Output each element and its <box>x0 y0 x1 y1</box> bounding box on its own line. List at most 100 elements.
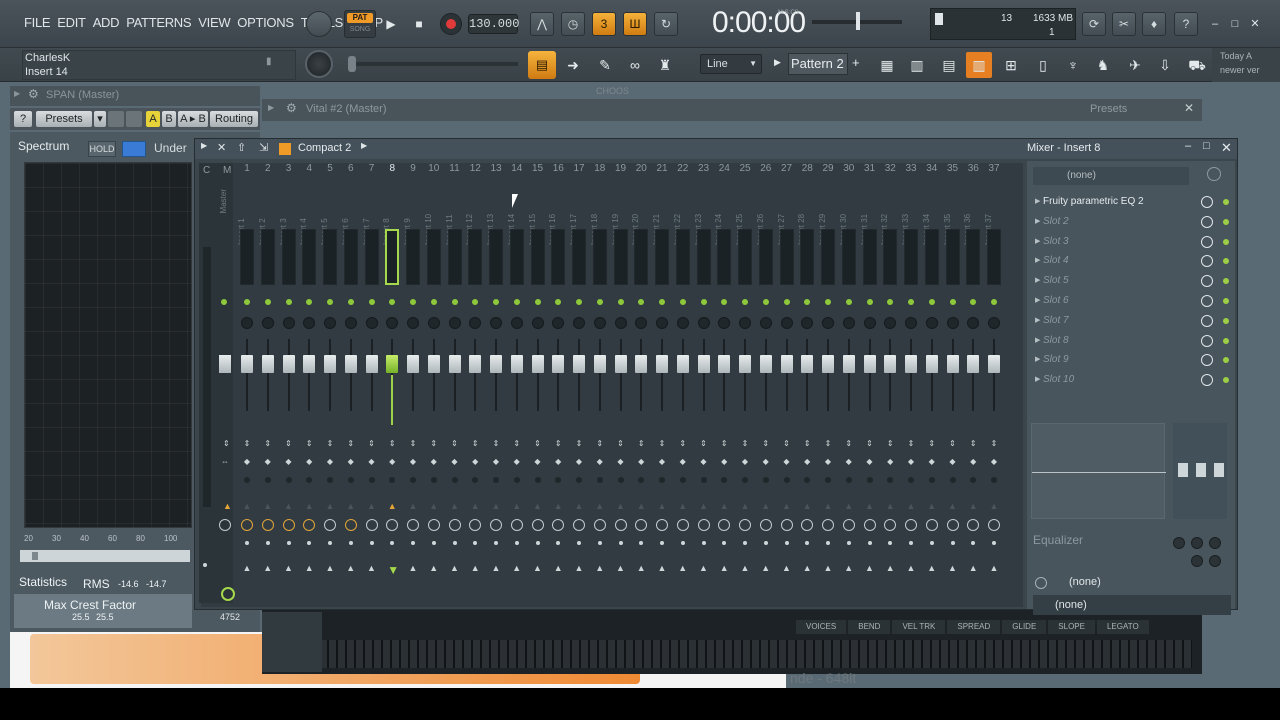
track-dot[interactable] <box>513 477 520 483</box>
span-help-button[interactable]: ? <box>14 111 32 127</box>
slider-handle[interactable] <box>348 56 356 72</box>
menu-edit[interactable]: EDIT <box>57 15 86 30</box>
track-pan-knob[interactable] <box>469 317 482 329</box>
track-volume-fader[interactable] <box>988 355 1000 373</box>
track-send-knob[interactable] <box>884 519 897 531</box>
track-dot[interactable] <box>783 477 790 483</box>
wait-for-input-icon[interactable]: ◷ <box>561 12 585 36</box>
arrow-right-icon[interactable]: ➜ <box>560 52 586 78</box>
route-arrow-icon[interactable]: ▲ <box>906 563 916 573</box>
track-lock-icon[interactable]: ▲ <box>885 501 895 513</box>
track-dot[interactable] <box>950 541 955 545</box>
track-number[interactable]: 7 <box>362 163 382 174</box>
track-lock-icon[interactable]: ▲ <box>595 501 605 513</box>
track-dot[interactable] <box>887 477 894 483</box>
swap-icon[interactable]: ⇕ <box>886 439 894 449</box>
close-icon[interactable]: ✕ <box>1184 101 1194 115</box>
track-enable-led[interactable] <box>285 299 292 305</box>
track-dot[interactable] <box>928 477 935 483</box>
track-send-knob[interactable] <box>593 519 606 531</box>
route-arrow-icon[interactable]: ▲ <box>346 563 356 573</box>
effect-slot[interactable]: ▶ Slot 9 <box>1033 351 1231 369</box>
wizard-icon[interactable]: ♞ <box>1090 52 1116 78</box>
track-lock-icon[interactable]: ▲ <box>263 501 273 513</box>
vital-tab[interactable]: SPREAD <box>947 620 1001 634</box>
track-peak-meter[interactable] <box>343 229 358 285</box>
track-number[interactable]: 21 <box>652 163 672 174</box>
menu-view[interactable]: VIEW <box>198 15 230 30</box>
swap-icon[interactable]: ⇕ <box>430 439 438 449</box>
track-lock-icon[interactable]: ▲ <box>699 501 709 513</box>
route-arrow-icon[interactable]: ▲ <box>968 563 978 573</box>
track-number[interactable]: 3 <box>279 163 299 174</box>
track-send-knob[interactable] <box>427 519 440 531</box>
track-pan-knob[interactable] <box>739 317 751 329</box>
track-peak-meter[interactable] <box>821 229 835 285</box>
track-dot[interactable] <box>327 477 333 483</box>
track-dot[interactable] <box>701 541 706 545</box>
track-peak-meter[interactable] <box>447 229 462 285</box>
track-send-knob[interactable] <box>739 519 751 531</box>
track-peak-meter[interactable] <box>717 229 732 285</box>
stereo-icon[interactable]: ◆ <box>511 457 523 467</box>
track-dot[interactable] <box>472 477 479 483</box>
swap-icon[interactable]: ⇕ <box>907 439 915 449</box>
track-peak-meter[interactable] <box>675 229 690 285</box>
browser-icon[interactable]: ⊞ <box>998 52 1024 78</box>
track-enable-led[interactable] <box>347 299 354 305</box>
vital-keyboard[interactable] <box>320 640 1192 668</box>
track-lock-icon[interactable]: ▲ <box>346 501 356 513</box>
master-pitch-knob[interactable] <box>305 50 333 78</box>
track-dot[interactable] <box>494 541 498 545</box>
stereo-icon[interactable]: ◆ <box>428 457 440 467</box>
track-number[interactable]: 32 <box>880 163 900 174</box>
track-peak-meter[interactable] <box>592 229 607 285</box>
track-peak-meter[interactable] <box>758 229 773 285</box>
track-send-knob[interactable] <box>552 519 565 531</box>
span-a-button[interactable]: A <box>146 111 160 127</box>
effect-slot[interactable]: ▶ Slot 7 <box>1033 312 1231 330</box>
stereo-icon[interactable]: ◆ <box>656 457 668 467</box>
track-dot[interactable] <box>493 477 499 483</box>
span-color-swatch[interactable] <box>122 141 146 157</box>
stereo-icon[interactable]: ◆ <box>262 457 274 467</box>
slot-enable-led[interactable] <box>1223 218 1229 225</box>
track-lock-icon[interactable]: ▲ <box>325 501 335 513</box>
track-lock-icon[interactable]: ▲ <box>553 501 563 513</box>
countdown-icon[interactable]: 3 <box>592 12 616 36</box>
slot-mix-knob[interactable] <box>1201 196 1213 208</box>
track-lock-icon[interactable]: ▲ <box>636 501 646 513</box>
track-volume-fader[interactable] <box>303 355 316 373</box>
track-enable-led[interactable] <box>534 299 541 305</box>
span-b-button[interactable]: B <box>162 111 176 127</box>
track-enable-led[interactable] <box>264 299 271 305</box>
track-send-knob[interactable] <box>282 519 295 531</box>
track-dot[interactable] <box>285 477 292 483</box>
chevron-right-icon[interactable]: ▶ <box>1035 213 1040 231</box>
play-button[interactable]: ▶ <box>379 12 403 36</box>
stereo-icon[interactable]: ◆ <box>947 457 959 467</box>
track-enable-led[interactable] <box>908 299 914 305</box>
span-presets-button[interactable]: Presets <box>36 111 92 127</box>
track-number[interactable]: 14 <box>507 163 527 174</box>
track-lock-icon[interactable]: ▲ <box>740 501 750 513</box>
route-arrow-icon[interactable]: ▲ <box>802 563 812 573</box>
track-number[interactable]: 24 <box>714 163 734 174</box>
track-send-knob[interactable] <box>822 519 834 531</box>
mixer-link-icon[interactable]: ⇲ <box>259 141 268 154</box>
track-volume-fader[interactable] <box>822 355 834 373</box>
track-volume-fader[interactable] <box>884 355 897 373</box>
track-send-knob[interactable] <box>241 519 253 531</box>
scrollbar-thumb[interactable] <box>32 552 38 560</box>
chevron-right-icon[interactable]: ▶ <box>268 103 274 112</box>
swap-icon[interactable]: ⇕ <box>658 439 666 449</box>
swap-icon[interactable]: ⇕ <box>554 439 562 449</box>
swap-icon[interactable]: ⇕ <box>534 439 542 449</box>
track-send-knob[interactable] <box>967 519 980 531</box>
track-pan-knob[interactable] <box>282 317 295 329</box>
route-arrow-icon[interactable]: ▲ <box>719 563 729 573</box>
track-lock-icon[interactable]: ▲ <box>533 501 543 513</box>
master-volume-knob[interactable] <box>306 11 332 37</box>
gear-icon[interactable]: ⚙ <box>286 101 297 115</box>
link-icon[interactable]: ∞ <box>622 52 648 78</box>
